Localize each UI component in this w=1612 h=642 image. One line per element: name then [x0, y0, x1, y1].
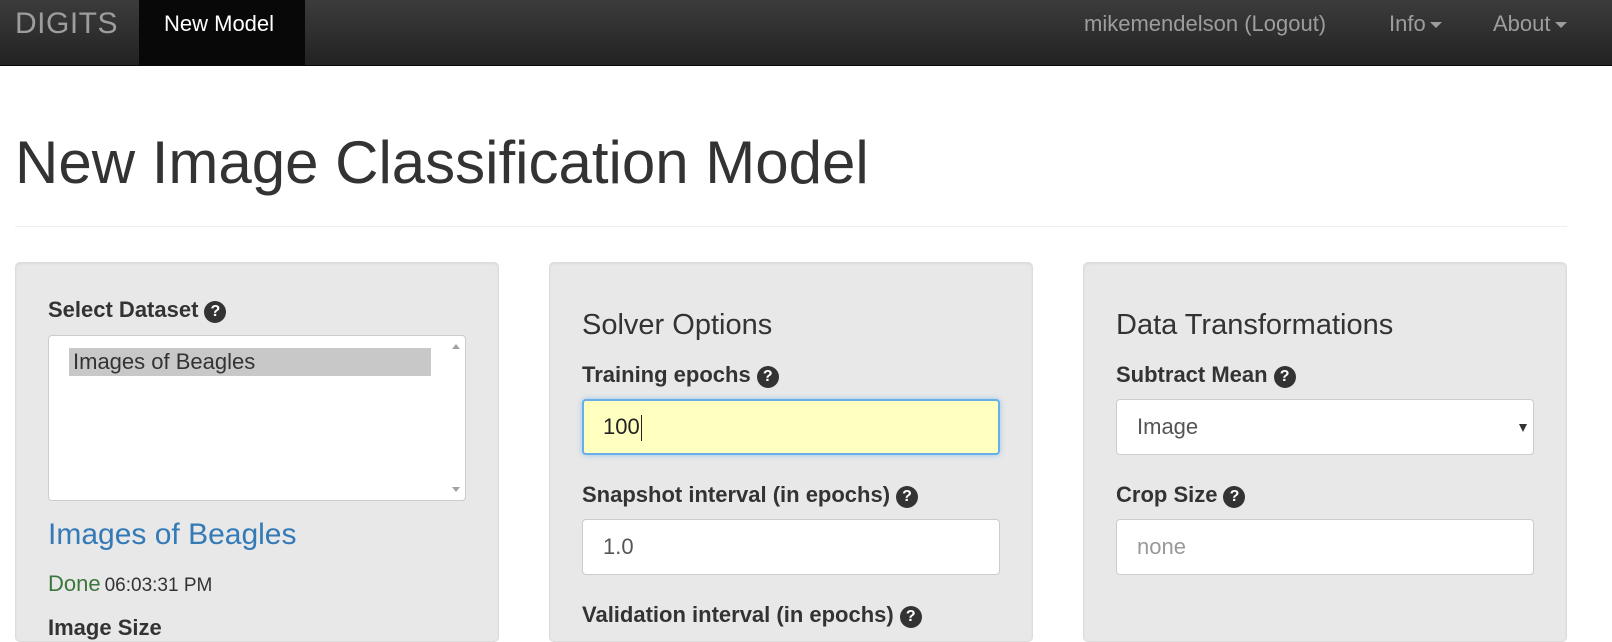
info-menu-label: Info — [1389, 11, 1426, 36]
scroll-up-arrow-icon[interactable] — [452, 344, 460, 349]
crop-size-label-text: Crop Size — [1116, 482, 1218, 507]
data-transformations-panel: Data Transformations Subtract Mean? Imag… — [1083, 262, 1567, 642]
training-epochs-value: 100 — [603, 414, 640, 439]
training-epochs-label: Training epochs? — [582, 362, 779, 388]
training-epochs-input[interactable]: 100 — [582, 399, 1000, 455]
solver-options-legend: Solver Options — [582, 309, 773, 341]
snapshot-interval-input[interactable]: 1.0 — [582, 519, 1000, 575]
image-size-label: Image Size — [48, 615, 162, 640]
select-caret-down-icon — [1519, 424, 1527, 432]
about-menu[interactable]: About — [1493, 10, 1567, 38]
subtract-mean-label: Subtract Mean? — [1116, 362, 1296, 388]
select-dataset-label-text: Select Dataset — [48, 297, 199, 322]
training-epochs-label-text: Training epochs — [582, 362, 751, 387]
dataset-panel: Select Dataset? Images of Beagles Images… — [15, 262, 499, 642]
crop-size-label: Crop Size? — [1116, 482, 1246, 508]
question-circle-icon[interactable]: ? — [896, 486, 919, 508]
dataset-listbox[interactable]: Images of Beagles — [48, 335, 466, 501]
subtract-mean-select[interactable]: Image — [1116, 399, 1534, 455]
page-title: New Image Classification Model — [15, 129, 869, 196]
subtract-mean-value: Image — [1137, 414, 1199, 439]
question-circle-icon[interactable]: ? — [204, 301, 227, 323]
question-circle-icon[interactable]: ? — [899, 606, 922, 628]
logout-link[interactable]: mikemendelson (Logout) — [1084, 10, 1326, 38]
select-dataset-label: Select Dataset? — [48, 297, 227, 323]
question-circle-icon[interactable]: ? — [1273, 366, 1296, 388]
status-done-text: Done — [48, 571, 101, 596]
crop-size-placeholder: none — [1137, 534, 1186, 559]
validation-interval-label: Validation interval (in epochs)? — [582, 602, 922, 628]
question-circle-icon[interactable]: ? — [756, 366, 779, 388]
caret-down-icon — [1554, 22, 1567, 29]
status-timestamp: 06:03:31 PM — [104, 575, 213, 596]
brand-logo[interactable]: DIGITS — [15, 7, 118, 41]
snapshot-interval-label: Snapshot interval (in epochs)? — [582, 482, 919, 508]
scroll-down-arrow-icon[interactable] — [452, 487, 460, 492]
nav-tab-new-model-label: New Model — [164, 11, 275, 36]
validation-interval-label-text: Validation interval (in epochs) — [582, 602, 894, 627]
selected-dataset-link[interactable]: Images of Beagles — [48, 517, 296, 553]
dataset-option[interactable]: Images of Beagles — [69, 348, 431, 376]
about-menu-label: About — [1493, 11, 1551, 36]
data-transformations-legend: Data Transformations — [1116, 309, 1394, 341]
text-cursor — [640, 415, 642, 442]
listbox-scrollbar[interactable] — [449, 338, 463, 498]
crop-size-input[interactable]: none — [1116, 519, 1534, 575]
header-divider — [15, 226, 1567, 227]
dataset-status: Done 06:03:31 PM — [48, 571, 212, 600]
solver-options-panel: Solver Options Training epochs? 100 Snap… — [549, 262, 1033, 642]
info-menu[interactable]: Info — [1389, 10, 1442, 38]
snapshot-interval-label-text: Snapshot interval (in epochs) — [582, 482, 891, 507]
caret-down-icon — [1429, 22, 1442, 29]
question-circle-icon[interactable]: ? — [1223, 486, 1246, 508]
nav-tab-new-model[interactable]: New Model — [139, 0, 305, 65]
subtract-mean-label-text: Subtract Mean — [1116, 362, 1268, 387]
top-navbar: DIGITS New Model mikemendelson (Logout) … — [0, 0, 1612, 66]
